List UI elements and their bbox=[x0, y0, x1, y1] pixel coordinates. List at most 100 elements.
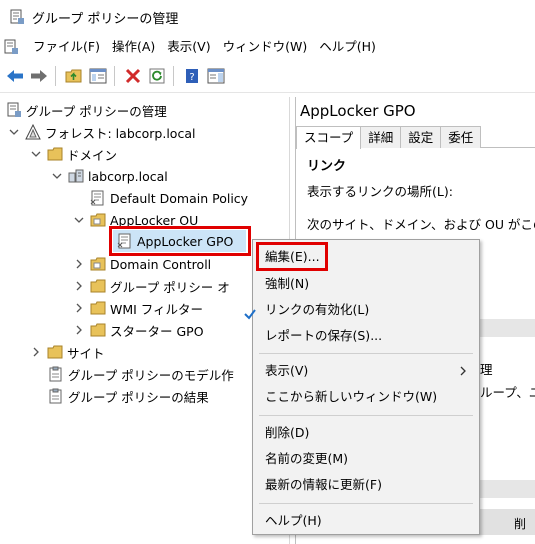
menu-item-delete[interactable]: 削除(D) bbox=[253, 421, 479, 445]
tree-item-gpo-objects[interactable]: グループ ポリシー オ bbox=[73, 275, 230, 297]
links-heading: リンク bbox=[307, 159, 347, 174]
menu-item-link-enabled[interactable]: リンクの有効化(L) bbox=[244, 298, 479, 322]
toolbar-separator bbox=[173, 66, 174, 86]
details-tabs: スコープ 詳細 設定 委任 bbox=[296, 126, 535, 149]
back-button[interactable] bbox=[3, 65, 26, 88]
details-title: AppLocker GPO bbox=[300, 102, 416, 120]
menu-separator bbox=[259, 503, 473, 504]
submenu-arrow-icon bbox=[459, 359, 467, 383]
toolbar-separator bbox=[114, 66, 115, 86]
domain-icon bbox=[68, 169, 84, 183]
tree-item-domains[interactable]: ドメイン bbox=[30, 143, 117, 165]
tree-item-root[interactable]: グループ ポリシーの管理 bbox=[6, 99, 167, 121]
folder-icon bbox=[90, 323, 106, 337]
menu-separator bbox=[259, 415, 473, 416]
tree-item-forest[interactable]: フォレスト: labcorp.local bbox=[8, 121, 195, 143]
tree-label: フォレスト: labcorp.local bbox=[45, 125, 196, 141]
tree-item-gp-results[interactable]: グループ ポリシーの結果 bbox=[48, 385, 209, 407]
security-filter-text: ループ、ユー bbox=[480, 385, 535, 400]
highlight-box-gpo bbox=[109, 226, 251, 256]
context-menu: 編集(E)... 強制(N) リンクの有効化(L) レポートの保存(S)... … bbox=[244, 239, 480, 535]
chevron-down-icon[interactable] bbox=[51, 170, 63, 182]
tree-label: Domain Controll bbox=[110, 256, 212, 272]
tree-item-domain-controllers[interactable]: Domain Controll bbox=[73, 253, 211, 275]
tree-label: WMI フィルター bbox=[110, 301, 204, 317]
tree-item-sites[interactable]: サイト bbox=[30, 341, 105, 363]
chevron-down-icon[interactable] bbox=[30, 148, 42, 160]
show-action-pane-button[interactable] bbox=[204, 65, 227, 88]
gpmc-app-icon bbox=[10, 9, 24, 24]
ou-folder-icon bbox=[90, 213, 106, 227]
help-button[interactable]: ? bbox=[180, 65, 203, 88]
menu-item-save-report[interactable]: レポートの保存(S)... bbox=[253, 324, 479, 348]
tab-settings[interactable]: 設定 bbox=[400, 126, 442, 148]
results-icon bbox=[49, 388, 62, 404]
tree-label: グループ ポリシーの管理 bbox=[26, 103, 167, 119]
tree-item-wmi-filters[interactable]: WMI フィルター bbox=[73, 297, 203, 319]
tree-label: グループ ポリシー オ bbox=[110, 279, 230, 295]
tree-label: グループ ポリシーのモデル作 bbox=[68, 367, 234, 383]
tree-label: labcorp.local bbox=[88, 168, 168, 184]
forward-button[interactable] bbox=[27, 65, 50, 88]
chevron-right-icon[interactable] bbox=[73, 280, 85, 292]
show-hide-tree-button[interactable] bbox=[86, 65, 109, 88]
sites-description: 次のサイト、ドメイン、および OU がこの G bbox=[307, 217, 535, 232]
tree-item-domain[interactable]: labcorp.local bbox=[51, 165, 168, 187]
chevron-right-icon[interactable] bbox=[73, 302, 85, 314]
chevron-down-icon[interactable] bbox=[8, 126, 20, 138]
tree-label: Default Domain Policy bbox=[110, 190, 249, 206]
tree-item-default-domain-policy[interactable]: Default Domain Policy bbox=[90, 187, 248, 209]
menu-item-view[interactable]: 表示(V) bbox=[253, 359, 479, 383]
chevron-right-icon[interactable] bbox=[73, 324, 85, 336]
menu-item-label: 表示(V) bbox=[265, 363, 309, 378]
back-arrow-icon bbox=[6, 70, 23, 82]
menu-window[interactable]: ウィンドウ(W) bbox=[217, 34, 314, 60]
menu-file[interactable]: ファイル(F) bbox=[27, 34, 106, 60]
tree-label: グループ ポリシーの結果 bbox=[68, 389, 209, 405]
chevron-right-icon[interactable] bbox=[30, 346, 42, 358]
menu-view[interactable]: 表示(V) bbox=[161, 34, 216, 60]
links-list-row bbox=[480, 319, 535, 337]
checkmark-icon bbox=[243, 302, 257, 326]
menu-separator bbox=[259, 353, 473, 354]
chevron-right-icon[interactable] bbox=[73, 258, 85, 270]
menu-item-new-window[interactable]: ここから新しいウィンドウ(W) bbox=[253, 385, 479, 409]
tree-item-starter-gpos[interactable]: スターター GPO bbox=[73, 319, 204, 341]
display-links-label: 表示するリンクの場所(L): bbox=[307, 184, 453, 199]
tree-item-gp-modeling[interactable]: グループ ポリシーのモデル作 bbox=[48, 363, 234, 385]
chevron-down-icon[interactable] bbox=[73, 214, 85, 226]
tab-scope[interactable]: スコープ bbox=[296, 126, 362, 149]
forward-arrow-icon bbox=[30, 70, 47, 82]
refresh-icon bbox=[149, 68, 164, 84]
folder-icon bbox=[90, 301, 106, 315]
menu-item-enforce[interactable]: 強制(N) bbox=[253, 272, 479, 296]
system-menu-icon[interactable] bbox=[3, 39, 19, 55]
console-tree-icon bbox=[89, 68, 106, 84]
tree-label: スターター GPO bbox=[110, 323, 204, 339]
help-book-icon: ? bbox=[185, 69, 198, 83]
menu-item-rename[interactable]: 名前の変更(M) bbox=[253, 447, 479, 471]
tab-details[interactable]: 詳細 bbox=[360, 126, 402, 148]
delete-button[interactable] bbox=[121, 65, 144, 88]
toolbar: ? bbox=[0, 60, 535, 93]
folder-up-icon bbox=[65, 69, 81, 83]
security-list-row bbox=[480, 480, 535, 498]
menu-item-refresh[interactable]: 最新の情報に更新(F) bbox=[253, 473, 479, 497]
menu-action[interactable]: 操作(A) bbox=[106, 34, 161, 60]
menu-item-help[interactable]: ヘルプ(H) bbox=[253, 509, 479, 533]
menu-item-label: リンクの有効化(L) bbox=[265, 302, 370, 317]
button-strip bbox=[480, 509, 535, 535]
ou-folder-icon bbox=[90, 257, 106, 271]
svg-text:?: ? bbox=[189, 72, 194, 83]
folder-icon bbox=[47, 345, 63, 359]
security-filter-heading: 理 bbox=[480, 362, 493, 377]
menu-bar: ファイル(F) 操作(A) 表示(V) ウィンドウ(W) ヘルプ(H) bbox=[0, 34, 535, 60]
up-level-button[interactable] bbox=[62, 65, 85, 88]
menu-help[interactable]: ヘルプ(H) bbox=[313, 34, 382, 60]
tab-delegation[interactable]: 委任 bbox=[440, 126, 482, 148]
action-pane-icon bbox=[207, 68, 224, 84]
title-bar: グループ ポリシーの管理 bbox=[0, 0, 535, 34]
refresh-button[interactable] bbox=[145, 65, 168, 88]
remove-button-fragment[interactable]: 削 bbox=[514, 515, 526, 532]
highlight-box-edit bbox=[256, 242, 328, 271]
